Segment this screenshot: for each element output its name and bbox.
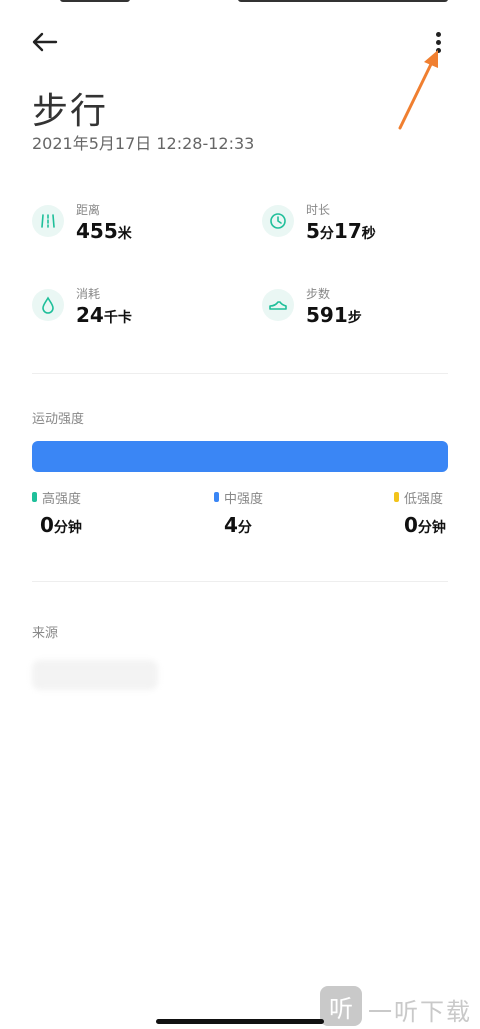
medium-color-swatch: [214, 492, 219, 502]
intensity-value: 4分: [224, 513, 252, 537]
back-button[interactable]: [28, 28, 64, 56]
stat-value: 591步: [306, 303, 362, 327]
stat-distance: 距离 455米: [32, 201, 232, 251]
stat-duration: 时长 5分17秒: [262, 201, 462, 251]
section-divider: [32, 581, 448, 582]
intensity-value: 0分钟: [404, 513, 446, 537]
stat-label: 步数: [306, 287, 331, 301]
intensity-value: 0分钟: [40, 513, 82, 537]
page-title: 步行: [32, 91, 109, 132]
stat-steps: 步数 591步: [262, 285, 462, 335]
stat-label: 时长: [306, 203, 331, 217]
intensity-section-label: 运动强度: [32, 412, 85, 427]
stat-label: 距离: [76, 203, 101, 217]
source-app-blurred: [32, 660, 158, 690]
stat-calories: 消耗 24千卡: [32, 285, 232, 335]
road-icon: [32, 205, 64, 237]
watermark-text: 一听下载: [368, 998, 472, 1026]
clock-icon: [262, 205, 294, 237]
drop-icon: [32, 289, 64, 321]
low-color-swatch: [394, 492, 399, 502]
home-indicator[interactable]: [156, 1019, 324, 1024]
section-divider: [32, 373, 448, 374]
intensity-label: 低强度: [404, 492, 444, 507]
shoe-icon: [262, 289, 294, 321]
intensity-label: 中强度: [224, 492, 264, 507]
stat-value: 455米: [76, 219, 132, 243]
more-dot-icon: [436, 32, 441, 37]
status-bar: [0, 0, 480, 10]
watermark-logo: 听: [320, 986, 362, 1026]
source-section-label: 来源: [32, 626, 59, 641]
stat-value: 24千卡: [76, 303, 132, 327]
annotation-arrow-icon: [398, 50, 438, 130]
intensity-label: 高强度: [42, 492, 82, 507]
back-arrow-icon: [32, 32, 58, 52]
more-dot-icon: [436, 40, 441, 45]
stat-label: 消耗: [76, 287, 101, 301]
status-time-fragment: [60, 0, 130, 2]
high-color-swatch: [32, 492, 37, 502]
workout-datetime: 2021年5月17日 12:28-12:33: [32, 134, 255, 153]
stat-value: 5分17秒: [306, 219, 376, 243]
status-icons-fragment: [238, 0, 448, 2]
intensity-bar: [32, 441, 448, 472]
